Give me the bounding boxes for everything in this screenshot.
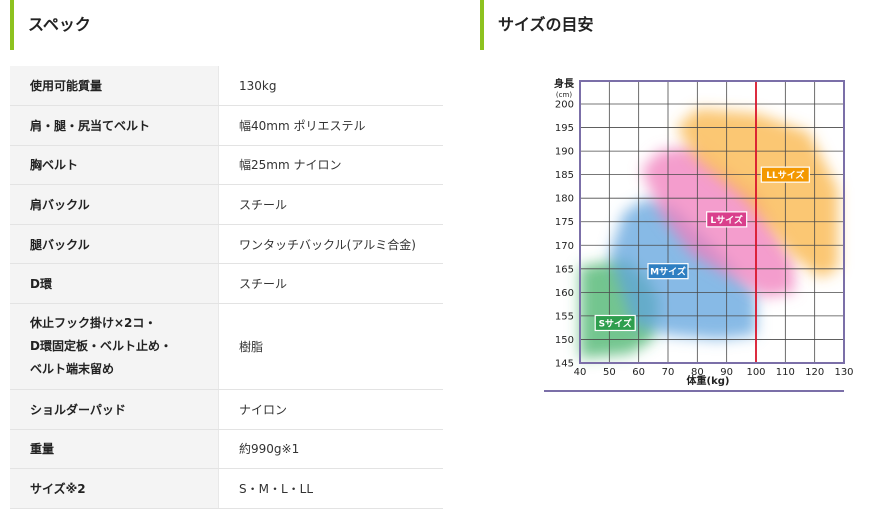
spec-value: S・M・L・LL [218, 468, 443, 509]
y-tick-label: 145 [555, 359, 574, 370]
y-tick-label: 165 [555, 264, 574, 275]
y-axis-label: 身長 [554, 77, 575, 90]
spec-label: 胸ベルト [10, 145, 219, 186]
y-tick-label: 160 [555, 288, 574, 299]
x-tick-label: 110 [776, 367, 795, 378]
spec-row: 肩バックル スチール [10, 184, 443, 225]
spec-value: 約990g※1 [218, 429, 443, 470]
size-guide-chart: SサイズMサイズLサイズLLサイズ 40 50 60 70 80 90 100 110 120 1… [544, 77, 854, 392]
spec-label: ショルダーパッド [10, 389, 219, 430]
spec-row: 肩・腿・尻当てベルト 幅40mm ポリエステル [10, 105, 443, 146]
spec-row: ショルダーパッド ナイロン [10, 389, 443, 430]
x-tick-label: 60 [632, 367, 645, 378]
spec-value: ナイロン [218, 389, 443, 430]
spec-label: 重量 [10, 429, 219, 470]
spec-label: 肩バックル [10, 184, 219, 225]
size-guide-heading: サイズの目安 [480, 0, 880, 50]
size-label: Sサイズ [599, 317, 632, 329]
spec-value: スチール [218, 263, 443, 305]
spec-row: 腿バックル ワンタッチバックル(アルミ合金) [10, 224, 443, 265]
spec-row: 重量 約990g※1 [10, 429, 443, 470]
spec-value: 130kg [218, 66, 443, 107]
y-tick-label: 200 [555, 100, 574, 111]
spec-label: 休止フック掛け×2コ・ D環固定板・ベルト止め・ ベルト端末留め [10, 303, 219, 391]
size-label: Mサイズ [650, 266, 686, 278]
y-tick-label: 180 [555, 194, 574, 205]
spec-value: 幅40mm ポリエステル [218, 105, 443, 146]
y-tick-label: 175 [555, 217, 574, 228]
spec-value: 幅25mm ナイロン [218, 145, 443, 186]
spec-row: サイズ※2 S・M・L・LL [10, 468, 443, 509]
size-label: Lサイズ [710, 214, 742, 226]
spec-value: スチール [218, 184, 443, 225]
spec-label: サイズ※2 [10, 468, 219, 509]
y-tick-label: 195 [555, 123, 574, 134]
spec-label: D環 [10, 263, 219, 305]
spec-row: D環 スチール [10, 263, 443, 305]
x-tick-label: 50 [603, 367, 616, 378]
spec-row: 使用可能質量 130kg [10, 66, 443, 107]
spec-table: 使用可能質量 130kg 肩・腿・尻当てベルト 幅40mm ポリエステル 胸ベル… [10, 66, 443, 509]
x-tick-label: 130 [834, 367, 853, 378]
y-tick-label: 155 [555, 311, 574, 322]
x-tick-label: 120 [805, 367, 824, 378]
size-label: LLサイズ [766, 169, 804, 181]
y-tick-label: 150 [555, 335, 574, 346]
spec-label: 腿バックル [10, 224, 219, 265]
y-tick-label: 170 [555, 241, 574, 252]
y-tick-label: 185 [555, 170, 574, 181]
x-tick-label: 40 [574, 367, 587, 378]
spec-value: 樹脂 [218, 303, 443, 391]
spec-row: 胸ベルト 幅25mm ナイロン [10, 145, 443, 186]
spec-row: 休止フック掛け×2コ・ D環固定板・ベルト止め・ ベルト端末留め 樹脂 [10, 303, 443, 391]
x-axis-label: 体重(kg) [687, 374, 730, 387]
x-tick-label: 70 [662, 367, 675, 378]
spec-label: 肩・腿・尻当てベルト [10, 105, 219, 146]
y-axis-unit: (cm) [556, 91, 572, 99]
spec-value: ワンタッチバックル(アルミ合金) [218, 224, 443, 265]
x-tick-label: 100 [746, 367, 765, 378]
spec-label: 使用可能質量 [10, 66, 219, 107]
y-tick-label: 190 [555, 147, 574, 158]
spec-heading: スペック [10, 0, 450, 50]
